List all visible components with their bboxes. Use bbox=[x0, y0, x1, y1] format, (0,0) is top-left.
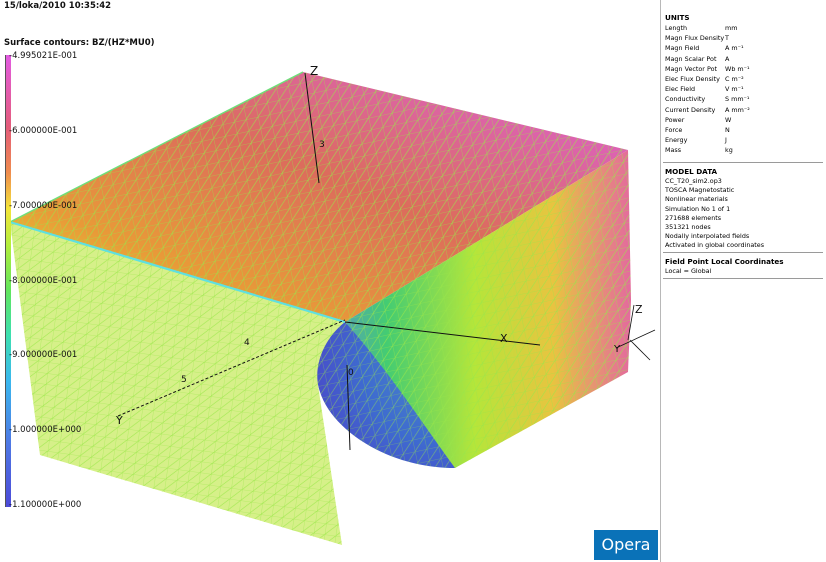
model-data-line: TOSCA Magnetostatic bbox=[665, 186, 735, 195]
divider bbox=[663, 162, 823, 163]
triad-y-line bbox=[629, 339, 651, 361]
colorbar-label: -4.995021E-001 bbox=[9, 51, 78, 61]
units-row: Elec Field V m⁻¹ bbox=[665, 84, 823, 94]
unit-value: A mm⁻² bbox=[725, 105, 750, 114]
units-section: UNITS Length mm Magn Flux Density T Magn Fie… bbox=[665, 13, 823, 155]
unit-value: N bbox=[725, 125, 730, 134]
colorbar-label: -6.000000E-001 bbox=[9, 126, 78, 136]
unit-quantity: Magn Flux Density bbox=[665, 34, 725, 43]
unit-value: S mm⁻¹ bbox=[725, 95, 750, 104]
units-row: Magn Scalar Pot A bbox=[665, 54, 823, 64]
colorbar-label: -8.000000E-001 bbox=[9, 276, 78, 286]
model-data-list: CC_T20_sim2.op3 TOSCA Magnetostatic Nonlin… bbox=[665, 177, 823, 251]
axis-tick-5: 5 bbox=[181, 375, 187, 385]
timestamp: 15/loka/2010 10:35:42 bbox=[4, 1, 112, 11]
unit-value: A m⁻¹ bbox=[725, 44, 744, 53]
model-data-line: Nodally interpolated fields bbox=[665, 232, 750, 241]
field-point-title: Field Point Local Coordinates bbox=[665, 257, 784, 266]
contour-title: Surface contours: BZ/(HZ*MU0) bbox=[4, 38, 155, 48]
unit-quantity: Elec Flux Density bbox=[665, 74, 720, 83]
unit-quantity: Energy bbox=[665, 136, 688, 145]
model-data-line: CC_T20_sim2.op3 bbox=[665, 177, 722, 185]
unit-value: C m⁻² bbox=[725, 74, 744, 83]
units-row: Magn Field A m⁻¹ bbox=[665, 43, 823, 53]
model-data-line: Nonlinear materials bbox=[665, 195, 728, 204]
opera-logo: Opera bbox=[594, 530, 658, 560]
axis-tick-4: 4 bbox=[244, 338, 250, 348]
field-point-line: Local = Global bbox=[665, 267, 712, 275]
model-data-line: Activated in global coordinates bbox=[665, 241, 765, 250]
colorbar-label: -9.000000E-001 bbox=[9, 350, 78, 360]
axis-label-y-right: Y bbox=[613, 344, 621, 355]
unit-quantity: Magn Scalar Pot bbox=[665, 54, 717, 63]
divider bbox=[663, 252, 823, 253]
model-data-line: 351321 nodes bbox=[665, 222, 711, 231]
units-row: Force N bbox=[665, 125, 823, 135]
model-data-line: Simulation No 1 of 1 bbox=[665, 204, 731, 213]
units-title: UNITS bbox=[665, 13, 690, 22]
unit-quantity: Conductivity bbox=[665, 95, 706, 104]
unit-quantity: Magn Vector Pot bbox=[665, 64, 718, 73]
info-panel: UNITS Length mm Magn Flux Density T Magn Fie… bbox=[660, 0, 826, 562]
divider bbox=[663, 278, 823, 279]
unit-quantity: Current Density bbox=[665, 105, 716, 114]
units-row: Magn Flux Density T bbox=[665, 33, 823, 43]
field-point-section: Field Point Local Coordinates Local = Gl… bbox=[665, 257, 823, 276]
axis-tick-3: 3 bbox=[319, 140, 325, 150]
axis-label-x: X bbox=[500, 332, 508, 345]
units-row: Mass kg bbox=[665, 145, 823, 155]
unit-quantity: Length bbox=[665, 24, 688, 32]
model-data-section: MODEL DATA CC_T20_sim2.op3 TOSCA Magnetos… bbox=[665, 167, 823, 251]
field-point-list: Local = Global bbox=[665, 267, 823, 276]
unit-value: kg bbox=[725, 146, 733, 155]
colorbar-label: -1.100000E+000 bbox=[9, 500, 82, 510]
units-row: Current Density A mm⁻² bbox=[665, 105, 823, 115]
colorbar-label: -7.000000E-001 bbox=[9, 201, 78, 211]
model-data-title: MODEL DATA bbox=[665, 167, 718, 176]
units-row: Conductivity S mm⁻¹ bbox=[665, 94, 823, 104]
colorbar-label: -1.000000E+000 bbox=[9, 425, 82, 435]
unit-value: J bbox=[725, 136, 727, 145]
axis-origin: 0 bbox=[348, 368, 354, 378]
units-row: Energy J bbox=[665, 135, 823, 145]
units-row: Elec Flux Density C m⁻² bbox=[665, 74, 823, 84]
axis-label-y-left: Y bbox=[115, 414, 123, 427]
unit-quantity: Magn Field bbox=[665, 44, 700, 53]
units-row: Length mm bbox=[665, 23, 823, 33]
unit-value: W bbox=[725, 115, 732, 124]
3d-viewport[interactable]: Z 3 4 5 Y X 0 Z Y 15/loka/2010 10:35:42 … bbox=[0, 0, 660, 562]
unit-value: A bbox=[725, 54, 730, 63]
unit-quantity: Elec Field bbox=[665, 85, 696, 94]
unit-value: mm bbox=[725, 24, 738, 32]
unit-value: Wb m⁻¹ bbox=[725, 64, 750, 73]
model-data-line: 271688 elements bbox=[665, 213, 722, 222]
units-row: Power W bbox=[665, 115, 823, 125]
unit-quantity: Power bbox=[665, 115, 685, 124]
axis-label-z-top: Z bbox=[310, 64, 318, 78]
unit-value: T bbox=[725, 34, 729, 43]
unit-quantity: Force bbox=[665, 125, 683, 134]
unit-value: V m⁻¹ bbox=[725, 85, 744, 94]
mesh-scene[interactable]: Z 3 4 5 Y X 0 Z Y bbox=[0, 0, 660, 562]
units-table: Length mm Magn Flux Density T Magn Field A m⁻… bbox=[665, 23, 823, 155]
unit-quantity: Mass bbox=[665, 146, 682, 155]
units-row: Magn Vector Pot Wb m⁻¹ bbox=[665, 64, 823, 74]
axis-label-z-right: Z bbox=[635, 303, 643, 316]
